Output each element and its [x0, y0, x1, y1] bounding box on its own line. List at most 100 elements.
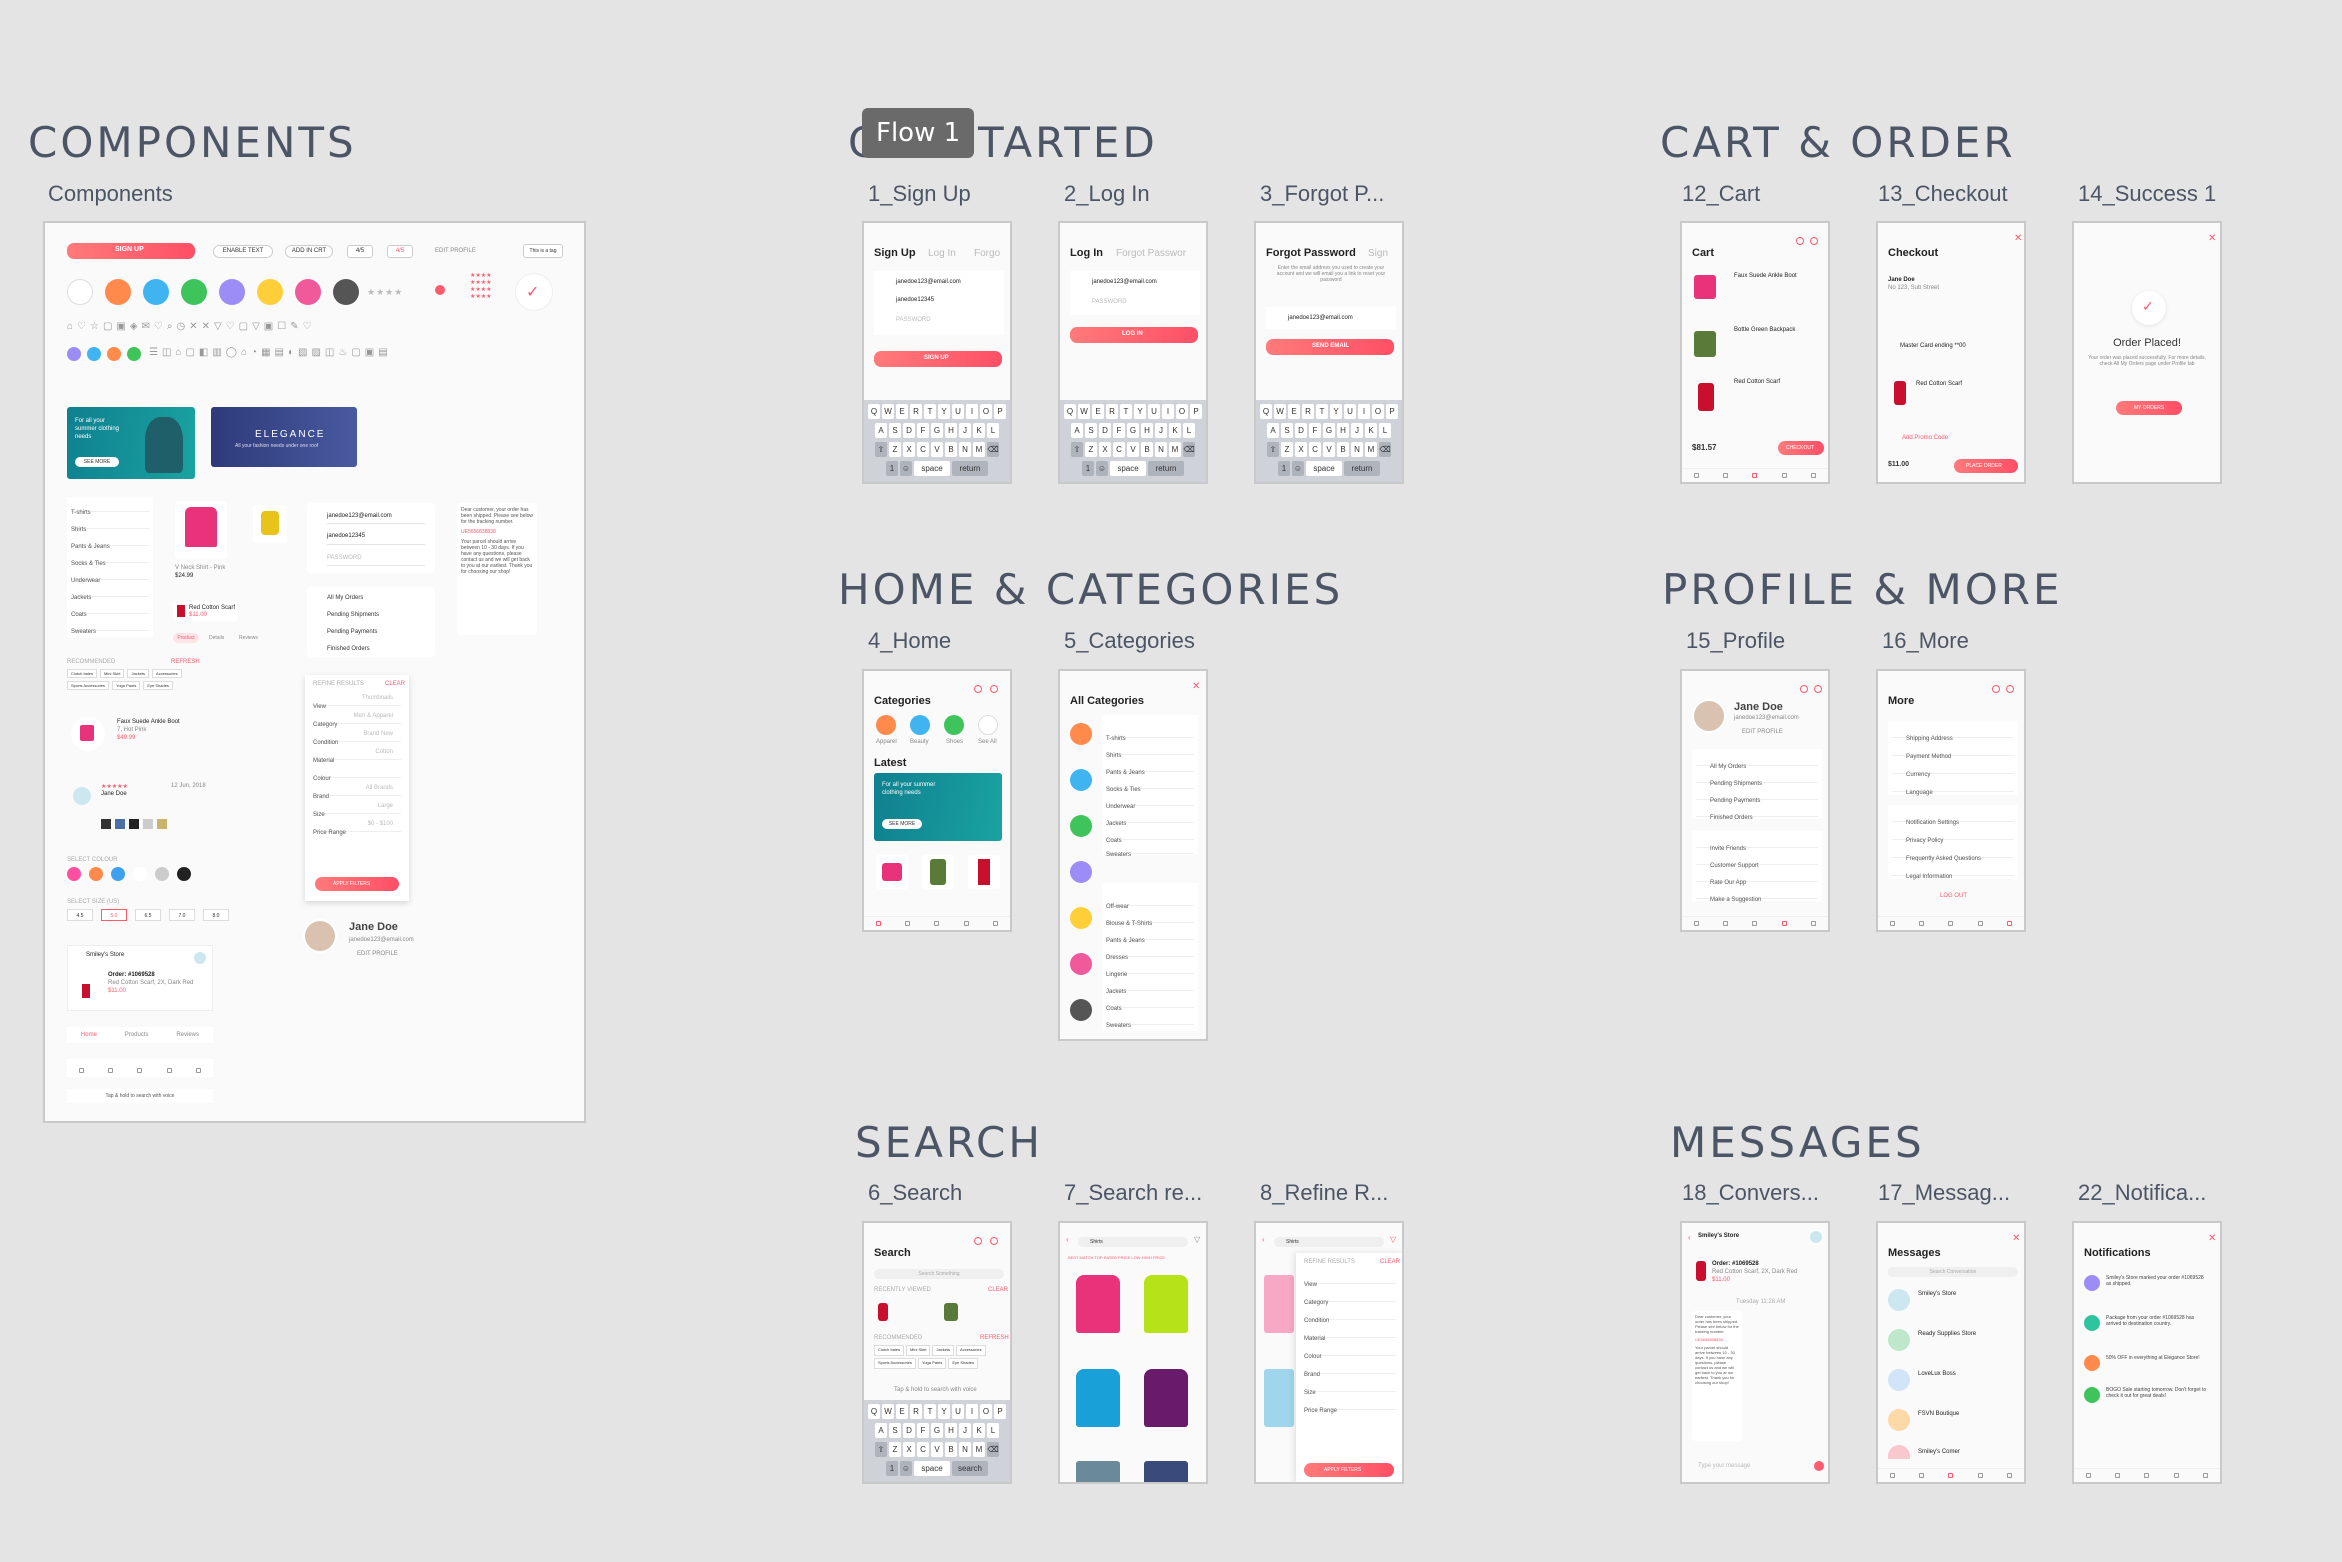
chip-enable-text[interactable]: ENABLE TEXT: [213, 245, 273, 258]
artboard-label-components[interactable]: Components: [48, 181, 173, 207]
notifications-screen[interactable]: Notifications ✕ Smiley's Store marked yo…: [2072, 1221, 2222, 1484]
list-item[interactable]: Pending Payments: [1710, 798, 1760, 804]
apply-filters-button[interactable]: APPLY FILTERS: [1304, 1463, 1394, 1477]
chevron-right-icon[interactable]: [67, 279, 93, 305]
list-item[interactable]: Jackets: [1106, 821, 1126, 827]
email-field[interactable]: janedoe123@email.com: [1288, 315, 1353, 321]
primary-button[interactable]: SIGN UP: [67, 243, 195, 259]
shoes-icon[interactable]: [944, 715, 964, 735]
chip-rating-2[interactable]: 4/5: [387, 245, 413, 258]
list-item[interactable]: Rate Our App: [1710, 880, 1746, 886]
conversation-item[interactable]: FSVN Boutique: [1918, 1411, 1959, 1417]
login-button[interactable]: LOG IN: [1070, 327, 1198, 343]
artboard-label-refine[interactable]: 8_Refine R...: [1260, 1180, 1388, 1206]
tag[interactable]: Sports Accessories: [874, 1358, 917, 1369]
cart-item[interactable]: Red Cotton Scarf $11.00: [173, 601, 237, 621]
shirt-image[interactable]: [1144, 1461, 1188, 1482]
refine-results-screen[interactable]: ‹ Shirts ▽ REFINE RESULTS CLEAR View Cat…: [1254, 1221, 1404, 1484]
artboard-label-profile[interactable]: 15_Profile: [1686, 628, 1785, 654]
tab-home[interactable]: Home: [81, 1032, 97, 1038]
artboard-label-home[interactable]: 4_Home: [868, 628, 951, 654]
backpack-thumbnail[interactable]: [944, 1303, 958, 1321]
close-icon[interactable]: ✕: [1192, 681, 1200, 692]
tab-details[interactable]: Details: [209, 635, 224, 641]
voice-hint[interactable]: Tap & hold to search with voice: [67, 1089, 213, 1103]
artboard-label-notifications[interactable]: 22_Notifica...: [2078, 1180, 2206, 1206]
login-screen[interactable]: Log In Forgot Passwor janedoe123@email.c…: [1058, 221, 1208, 484]
elegance-banner[interactable]: ELEGANCE All your fashion needs under on…: [211, 407, 357, 467]
edit-profile-link[interactable]: EDIT PROFILE: [1742, 729, 1783, 735]
conversation-item[interactable]: Smiley's Store: [1918, 1291, 1956, 1297]
list-item[interactable]: Underwear: [1106, 804, 1135, 810]
tag[interactable]: Mini Skirt: [906, 1345, 931, 1356]
flow-tooltip[interactable]: Flow 1: [862, 108, 975, 158]
tag[interactable]: Accessories: [956, 1345, 986, 1356]
search-screen[interactable]: Search Search Something RECENTLY VIEWED …: [862, 1221, 1012, 1484]
back-icon[interactable]: ‹: [1688, 1233, 1691, 1242]
product-card[interactable]: [968, 855, 1000, 889]
see-all-icon[interactable]: [978, 715, 998, 735]
close-icon[interactable]: ✕: [2014, 233, 2022, 244]
list-item[interactable]: Pending Shipments: [1710, 781, 1762, 787]
list-item[interactable]: Language: [1906, 790, 1933, 796]
close-icon[interactable]: ✕: [2208, 233, 2216, 244]
refresh-link[interactable]: REFRESH: [171, 659, 200, 665]
tag[interactable]: Mini Skirt: [100, 669, 125, 678]
keyboard[interactable]: QWERTYUIOP ASDFGHJKL ⇧ Z X C V B N M ⌫ 1 ☺ space re…: [864, 400, 1010, 482]
notification-item[interactable]: BOGO Sale starting tomorrow. Don't forge…: [2106, 1387, 2210, 1399]
list-item[interactable]: Payment Method: [1906, 754, 1951, 760]
artboard-label-search-results[interactable]: 7_Search re...: [1064, 1180, 1202, 1206]
cart-icon[interactable]: [990, 1237, 998, 1245]
back-icon[interactable]: ‹: [1262, 1235, 1265, 1244]
promo-code-link[interactable]: Add Promo Code: [1902, 435, 1948, 441]
summer-banner[interactable]: For all your summer clothing needs SEE M…: [874, 773, 1002, 841]
components-artboard[interactable]: SIGN UP ENABLE TEXT ADD IN CRT 4/5 4/5 E…: [43, 221, 586, 1123]
clear-link[interactable]: CLEAR: [1380, 1259, 1400, 1265]
place-order-button[interactable]: PLACE ORDER: [1954, 459, 2018, 473]
artboard-label-cart[interactable]: 12_Cart: [1682, 181, 1760, 207]
password-field[interactable]: PASSWORD: [1092, 299, 1127, 305]
tag[interactable]: Eye Shades: [948, 1358, 978, 1369]
list-item[interactable]: Socks & Ties: [1106, 787, 1141, 793]
refresh-link[interactable]: REFRESH: [980, 1335, 1009, 1341]
send-email-button[interactable]: SEND EMAIL: [1266, 339, 1394, 355]
conversation-item[interactable]: LoveLux Boss: [1918, 1371, 1956, 1377]
pink-shirt-image[interactable]: [1076, 1275, 1120, 1333]
artboard-label-login[interactable]: 2_Log In: [1064, 181, 1150, 207]
list-item[interactable]: Coats: [71, 612, 87, 618]
list-item[interactable]: Pants & Jeans: [1106, 938, 1145, 944]
artboard-label-conversation[interactable]: 18_Convers...: [1682, 1180, 1819, 1206]
tag[interactable]: Sports Accessories: [67, 681, 110, 690]
list-item[interactable]: Currency: [1906, 772, 1930, 778]
tag[interactable]: Accessories: [152, 669, 182, 678]
list-item[interactable]: Privacy Policy: [1906, 838, 1943, 844]
notification-item[interactable]: Smiley's Store marked your order #106952…: [2106, 1275, 2210, 1287]
list-item[interactable]: All My Orders: [1710, 764, 1746, 770]
list-item[interactable]: Shipping Address: [1906, 736, 1953, 742]
close-icon[interactable]: ✕: [2012, 1233, 2020, 1244]
tab-signup[interactable]: Sign: [1368, 248, 1388, 259]
bottom-nav[interactable]: [2074, 1468, 2220, 1482]
keyboard[interactable]: QWERTYUIOP ASDFGHJKL ⇧ Z X C V B N M ⌫ 1 ☺ space re…: [1060, 400, 1206, 482]
notification-item[interactable]: 50% OFF in everything at Elegance Store!: [2106, 1355, 2210, 1361]
password-field[interactable]: PASSWORD: [896, 317, 931, 323]
cart-icon[interactable]: [1810, 237, 1818, 245]
tab-reviews[interactable]: Reviews: [239, 635, 258, 641]
list-item[interactable]: Finished Orders: [327, 646, 370, 652]
send-icon[interactable]: [1814, 1461, 1824, 1471]
tab-product[interactable]: Product: [173, 633, 199, 643]
filter-icon[interactable]: ▽: [1194, 1235, 1200, 1244]
home-screen[interactable]: Categories Apparel Beauty Shoes See All …: [862, 669, 1012, 932]
notification-item[interactable]: Package from your order #1069528 has arr…: [2106, 1315, 2210, 1327]
list-item[interactable]: Pending Shipments: [327, 612, 379, 618]
search-conversation-input[interactable]: Search Conversation: [1888, 1267, 2018, 1277]
list-item[interactable]: Shirts: [1106, 753, 1121, 759]
beauty-icon[interactable]: [910, 715, 930, 735]
conversation-item[interactable]: Ready Supplies Store: [1918, 1331, 1976, 1337]
artboard-label-more[interactable]: 16_More: [1882, 628, 1969, 654]
product-card[interactable]: [175, 501, 227, 559]
artboard-label-messages[interactable]: 17_Messag...: [1878, 1180, 2010, 1206]
list-item[interactable]: Underwear: [71, 578, 100, 584]
keyboard[interactable]: QWERTYUIOP ASDFGHJKL ⇧ Z X C V B N M ⌫ 1 ☺ space re…: [1256, 400, 1402, 482]
profile-screen[interactable]: Jane Doe janedoe123@email.com EDIT PROFI…: [1680, 669, 1830, 932]
